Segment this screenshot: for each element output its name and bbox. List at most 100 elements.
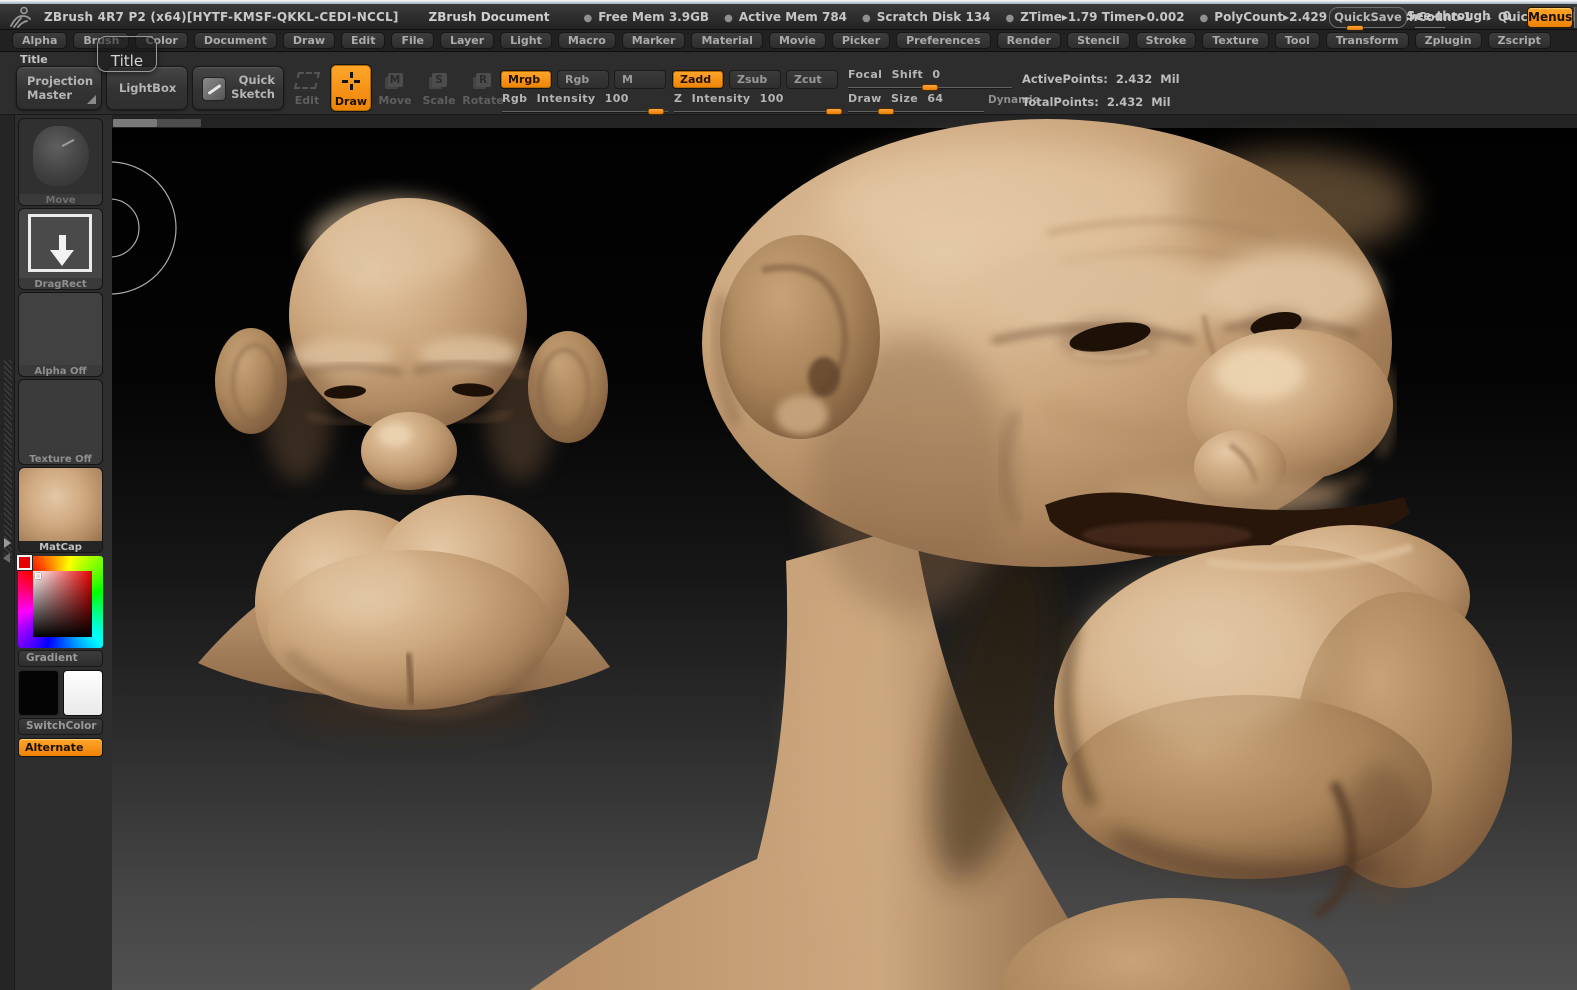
mode-icon: M	[384, 69, 406, 91]
alternate-button[interactable]: Alternate	[18, 738, 103, 757]
mode-draw[interactable]: Draw	[330, 64, 372, 112]
menu-item[interactable]: Marker	[621, 32, 686, 49]
toggle-rgb[interactable]: Rgb	[557, 70, 609, 89]
sculpt-model[interactable]	[112, 115, 1577, 990]
switchcolor-button[interactable]: SwitchColor	[18, 718, 103, 735]
main-color-swatch[interactable]	[18, 670, 59, 716]
titlebar: ZBrush 4R7 P2 (x64)[HYTF-KMSF-QKKL-CEDI-…	[0, 4, 1577, 31]
toggle-zcut[interactable]: Zcut	[786, 70, 838, 89]
app-title: ZBrush 4R7 P2 (x64)[HYTF-KMSF-QKKL-CEDI-…	[44, 9, 399, 24]
rgb-intensity-slider[interactable]: Rgb Intensity 100	[502, 92, 668, 115]
material-selector[interactable]: MatCap LBrownCla	[18, 467, 103, 553]
toggle-m[interactable]: M	[614, 70, 666, 89]
menu-item[interactable]: Stroke	[1135, 32, 1197, 49]
menu-item[interactable]: Zplugin	[1414, 32, 1482, 49]
menu-item[interactable]: Tool	[1274, 32, 1320, 49]
slider-knob[interactable]	[921, 84, 939, 91]
quicksave-button[interactable]: QuickSave	[1329, 7, 1407, 28]
transform-modes: Edit Draw M Move S Scale R Rotate	[286, 64, 504, 112]
menu-item[interactable]: Stencil	[1067, 32, 1130, 49]
z-intensity-slider[interactable]: Z Intensity 100	[674, 92, 843, 115]
tray-divider[interactable]	[0, 115, 15, 990]
status-stat: ● Free Mem 3.9GB	[583, 9, 710, 24]
menu-item[interactable]: Texture	[1202, 32, 1269, 49]
toggle-zsub[interactable]: Zsub	[729, 70, 781, 89]
menu-item[interactable]: Movie	[768, 32, 826, 49]
alpha-label: Alpha Off	[34, 366, 87, 377]
tray-drag-handle[interactable]	[4, 360, 12, 560]
menu-item[interactable]: Render	[996, 32, 1062, 49]
see-through-slider-track[interactable]	[1415, 27, 1445, 28]
mode-icon	[296, 69, 318, 91]
menu-item[interactable]: File	[391, 32, 434, 49]
menu-item[interactable]: Transform	[1325, 32, 1409, 49]
dragrect-icon	[28, 214, 92, 272]
zbrush-logo-icon	[10, 6, 31, 28]
corner-fold-icon	[87, 95, 96, 104]
menus-button[interactable]: Menus	[1527, 7, 1573, 28]
shelf-panel-title: Title	[20, 53, 48, 66]
status-stat: ● ZTime▸1.79 Timer▸0.002	[1005, 9, 1185, 24]
brush-preview-icon	[33, 126, 89, 186]
slider-knob[interactable]	[825, 108, 843, 115]
focal-shift-slider[interactable]: Focal Shift 0	[848, 68, 1012, 91]
menu-item[interactable]: Document	[193, 32, 277, 49]
gradient-button[interactable]: Gradient	[18, 650, 103, 667]
texture-selector[interactable]: Texture Off	[18, 379, 103, 465]
tray-open-arrow-icon[interactable]	[4, 538, 11, 548]
color-picker[interactable]	[17, 555, 103, 648]
matcap-sphere-icon	[19, 468, 102, 541]
toggle-zadd[interactable]: Zadd	[672, 70, 724, 89]
model-head-front[interactable]	[198, 197, 610, 735]
menubar: Alpha Brush Color Document Draw Edit Fil…	[0, 30, 1577, 52]
draw-size-slider[interactable]: Draw Size 64	[848, 92, 984, 115]
mode-icon: R	[472, 69, 494, 91]
mode-move[interactable]: M Move	[374, 64, 416, 112]
tooltip: Title	[97, 36, 157, 72]
mode-rotate[interactable]: R Rotate	[462, 64, 504, 112]
alpha-selector[interactable]: Alpha Off	[18, 292, 103, 377]
stat-bullet-icon: ●	[1005, 12, 1015, 24]
slider-knob[interactable]	[647, 108, 665, 115]
brush-cursor-rings	[112, 161, 177, 295]
toggle-mrgb[interactable]: Mrgb	[500, 70, 552, 89]
tray-close-arrow-icon[interactable]	[3, 553, 10, 563]
mode-icon	[340, 70, 362, 92]
projection-master-button[interactable]: Projection Master	[16, 66, 102, 110]
model-head-closeup[interactable]	[530, 119, 1512, 990]
see-through-value: 0	[1502, 9, 1511, 23]
menu-item[interactable]: Picker	[831, 32, 891, 49]
status-stat: ● Scratch Disk 134	[862, 9, 991, 24]
mode-scale[interactable]: S Scale	[418, 64, 460, 112]
menu-item[interactable]: Macro	[557, 32, 616, 49]
stroke-selector[interactable]: DragRect	[18, 208, 103, 290]
secondary-color-swatch[interactable]	[62, 670, 103, 716]
color-swatches	[18, 670, 103, 716]
menu-item[interactable]: Zscript	[1487, 32, 1551, 49]
menu-item[interactable]: Preferences	[896, 32, 991, 49]
quick-sketch-button[interactable]: Quick Sketch	[192, 66, 284, 110]
paint-toggles: Mrgb Rgb M	[500, 70, 666, 89]
menu-item[interactable]: Layer	[439, 32, 495, 49]
texture-label: Texture Off	[29, 454, 92, 465]
mode-icon: S	[428, 69, 450, 91]
mode-edit[interactable]: Edit	[286, 64, 328, 112]
color-cursor[interactable]	[35, 573, 41, 579]
tooltip-text: Title	[110, 52, 144, 70]
stat-bullet-icon: ●	[583, 12, 593, 24]
menu-item[interactable]: Edit	[341, 32, 386, 49]
menu-item[interactable]: Alpha	[12, 32, 68, 49]
brush-selector[interactable]: Move	[18, 118, 103, 206]
slider-knob[interactable]	[877, 108, 895, 115]
stat-bullet-icon: ●	[724, 12, 733, 24]
sculpt-toggles: Zadd Zsub Zcut	[672, 70, 838, 89]
material-label: MatCap LBrownCla	[19, 541, 102, 552]
document-canvas[interactable]	[112, 115, 1577, 990]
pencil-pad-icon	[202, 77, 226, 101]
menu-item[interactable]: Material	[691, 32, 763, 49]
menu-item[interactable]: Light	[500, 32, 552, 49]
menu-item[interactable]: Draw	[282, 32, 336, 49]
lightbox-button[interactable]: LightBox	[106, 66, 188, 110]
see-through-slider[interactable]: See-through 0	[1407, 9, 1511, 23]
saturation-value-square[interactable]	[33, 571, 92, 637]
